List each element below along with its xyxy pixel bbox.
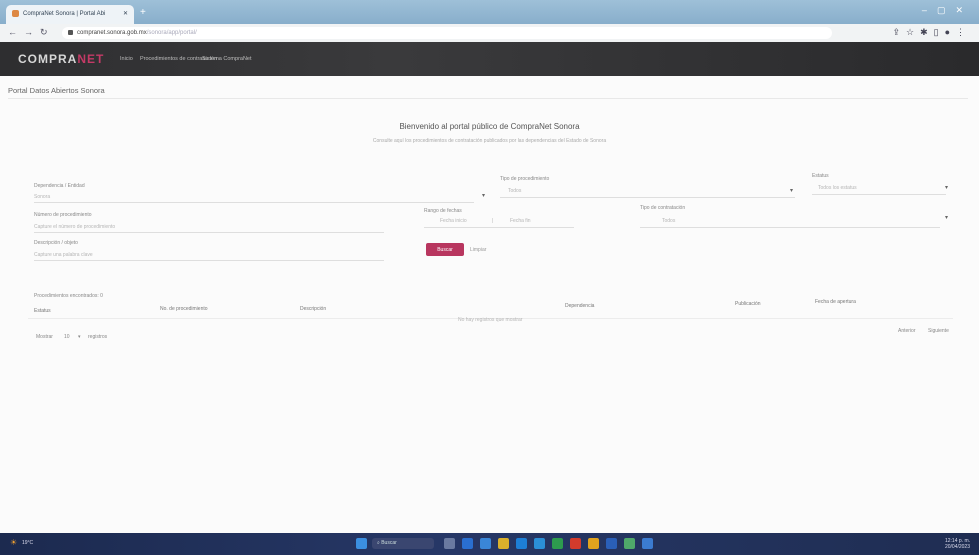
system-tray-clock[interactable]: 12:14 p. m. 20/04/2023 (890, 538, 970, 550)
edge-icon[interactable] (516, 538, 527, 549)
results-summary: Procedimientos encontrados: 0 (34, 293, 103, 299)
taskbar-search[interactable]: ⌕ Buscar (372, 538, 434, 549)
excel-icon[interactable] (552, 538, 563, 549)
status-underline (812, 194, 946, 195)
browser-tab-strip: CompraNet Sonora | Portal Abi ✕ + –▢✕ (0, 0, 979, 24)
weather-icon[interactable]: ☀ (10, 538, 17, 547)
contract-type-underline (640, 227, 940, 228)
share-icon[interactable]: ⇪ (892, 27, 906, 37)
number-underline (34, 232, 384, 233)
logo-text: COMPRA (18, 52, 78, 66)
nav-item-inicio[interactable]: Inicio (120, 56, 133, 62)
column-header-dependencia[interactable]: Dependencia (565, 303, 594, 309)
browser-toolbar: ← → ↻ compranet.sonora.gob.mx/sonora/app… (0, 24, 979, 43)
page-size-select[interactable]: 10 (64, 334, 70, 340)
nav-item-sistema[interactable]: Sistema CompraNet (202, 56, 252, 62)
pagination-next[interactable]: Siguiente (928, 328, 949, 334)
minimize-icon[interactable]: – (922, 5, 937, 15)
dependency-caret-icon[interactable]: ▾ (482, 192, 485, 199)
url-host: compranet.sonora.gob.mx (77, 30, 147, 36)
procedure-type-caret-icon[interactable]: ▾ (790, 187, 793, 194)
column-header-numero[interactable]: No. de procedimiento (160, 306, 208, 312)
star-icon[interactable]: ☆ (906, 27, 920, 37)
status-label: Estatus (812, 173, 829, 179)
pagination-previous[interactable]: Anterior (898, 328, 916, 334)
date-separator: | (492, 218, 494, 224)
description-label: Descripción / objeto (34, 240, 78, 246)
description-underline (34, 260, 384, 261)
reload-icon[interactable]: ↻ (40, 27, 48, 38)
close-window-icon[interactable]: ✕ (955, 5, 973, 15)
contract-type-label: Tipo de contratación (640, 205, 686, 211)
file-explorer-icon[interactable] (498, 538, 509, 549)
number-label: Número de procedimiento (34, 212, 92, 218)
contract-type-select[interactable]: Todos (662, 218, 675, 224)
site-favicon-icon (12, 9, 19, 17)
site-header: COMPRANET Inicio Procedimientos de contr… (0, 42, 979, 76)
mail-icon[interactable] (480, 538, 491, 549)
date-from-input[interactable]: Fecha inicio (440, 218, 467, 224)
compranet-logo[interactable]: COMPRANET (18, 52, 104, 66)
procedure-type-label: Tipo de procedimiento (500, 176, 550, 182)
page-size-label: Mostrar (36, 334, 53, 340)
chrome-icon[interactable] (588, 538, 599, 549)
url-path: /sonora/app/portal/ (146, 30, 197, 36)
back-arrow-icon[interactable]: ← (8, 27, 17, 37)
weather-text: 19°C (22, 540, 34, 546)
os-taskbar: ☀ 19°C ⌕ Buscar 12:14 p. m. 20/04/2023 (0, 533, 979, 555)
column-header-estatus[interactable]: Estatus (34, 308, 51, 314)
sidebar-icon[interactable]: ▯ (934, 27, 945, 37)
close-tab-icon[interactable]: ✕ (123, 5, 128, 24)
browser-tab[interactable]: CompraNet Sonora | Portal Abi ✕ (6, 5, 134, 24)
window-controls[interactable]: –▢✕ (922, 5, 973, 16)
page-title: Portal Datos Abiertos Sonora (8, 86, 105, 95)
date-range-label: Rango de fechas (424, 208, 462, 214)
browser-tab-title: CompraNet Sonora | Portal Abi (23, 11, 106, 17)
page-size-caret-icon[interactable]: ▾ (78, 334, 81, 340)
forward-arrow-icon[interactable]: → (24, 27, 33, 37)
puzzle-icon[interactable]: ✱ (920, 27, 934, 37)
number-input[interactable]: Capture el número de procedimiento (34, 224, 115, 230)
dependency-label: Dependencia / Entidad (34, 183, 85, 189)
procedure-type-select[interactable]: Todos (508, 188, 521, 194)
date-to-input[interactable]: Fecha fin (510, 218, 531, 224)
outlook-icon[interactable] (642, 538, 653, 549)
clear-button[interactable]: Limpiar (470, 247, 486, 253)
store-icon[interactable] (534, 538, 545, 549)
lock-icon (68, 29, 73, 35)
contract-type-caret-icon[interactable]: ▾ (945, 214, 948, 221)
taskbar-search-text: Buscar (381, 540, 397, 546)
browser-extensions: ⇪☆✱▯●⋮ (892, 27, 971, 38)
procedure-type-underline (500, 197, 795, 198)
welcome-subtitle: Consulte aquí los procedimientos de cont… (372, 138, 607, 144)
column-header-apertura[interactable]: Fecha de apertura (815, 299, 856, 305)
dependency-select[interactable]: Sonora (34, 194, 50, 200)
menu-icon[interactable]: ⋮ (956, 27, 971, 37)
profile-icon[interactable]: ● (945, 27, 956, 37)
app-icon[interactable] (624, 538, 635, 549)
maximize-icon[interactable]: ▢ (937, 5, 956, 15)
dependency-underline (34, 202, 474, 203)
search-icon: ⌕ (377, 540, 380, 546)
address-bar[interactable]: compranet.sonora.gob.mx/sonora/app/porta… (62, 27, 832, 39)
powerpoint-icon[interactable] (570, 538, 581, 549)
task-view-icon[interactable] (444, 538, 455, 549)
widgets-icon[interactable] (462, 538, 473, 549)
column-header-publicacion[interactable]: Publicación (735, 301, 761, 307)
word-icon[interactable] (606, 538, 617, 549)
page-size-suffix: registros (88, 334, 108, 340)
windows-start-icon[interactable] (356, 538, 367, 549)
search-button[interactable]: Buscar (426, 243, 464, 256)
status-select[interactable]: Todos los estatus (818, 185, 857, 191)
clock-date: 20/04/2023 (944, 544, 970, 550)
logo-accent-text: NET (77, 52, 105, 66)
description-input[interactable]: Capture una palabra clave (34, 252, 93, 258)
divider (8, 98, 968, 99)
welcome-heading: Bienvenido al portal público de CompraNe… (399, 122, 580, 131)
date-underline (424, 227, 574, 228)
status-caret-icon[interactable]: ▾ (945, 184, 948, 191)
empty-table-message: No hay registros que mostrar (458, 317, 523, 323)
new-tab-button[interactable]: + (140, 8, 146, 18)
column-header-descripcion[interactable]: Descripción (300, 306, 326, 312)
